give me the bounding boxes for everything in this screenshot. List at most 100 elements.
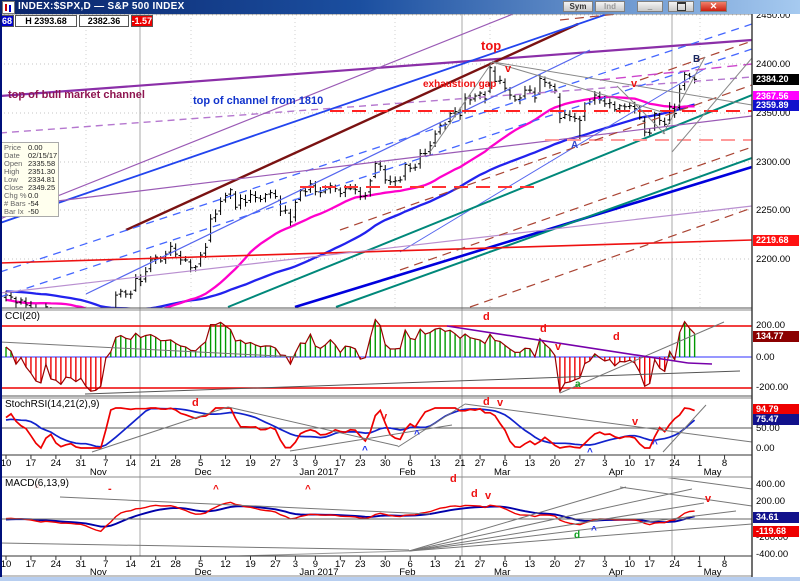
x-axis-date: 27 [575, 458, 586, 469]
stochrsi-panel-label: StochRSI(14,21(2),9) [3, 399, 102, 410]
price-badge: 2384.20 [753, 74, 799, 85]
x-axis-date: 1 [697, 458, 702, 469]
x-axis-date: 8 [722, 458, 727, 469]
y-axis-tick: 400.00 [756, 479, 785, 490]
x-axis-date: 24 [51, 559, 62, 570]
x-axis-date: 27 [270, 458, 281, 469]
data-window-box: Price0.00Date02/15/17Open2335.58High2351… [1, 142, 59, 217]
quote-change-box: -1.57 [131, 15, 153, 27]
y-axis-tick: 200.00 [756, 320, 785, 331]
price-badge: 34.61 [753, 512, 799, 523]
x-axis-date: 14 [125, 559, 136, 570]
annotation-d: d [574, 531, 580, 541]
quote-high-box: H 2393.68 [15, 15, 77, 27]
x-axis-date: 24 [669, 458, 680, 469]
x-axis-date: 10 [1, 559, 12, 570]
x-axis-date: 21 [150, 458, 161, 469]
annotation-mark: - [108, 484, 112, 495]
x-axis-date: 19 [245, 458, 256, 469]
x-axis-date: 12 [220, 559, 231, 570]
x-axis-date: 3 [602, 458, 607, 469]
x-axis-date: 3 [602, 559, 607, 570]
ind-button[interactable]: Ind [595, 1, 625, 12]
annotation-d: d [483, 397, 490, 408]
annotation-topmarkofmarkchannelmarkfrommark1810: top of channel from 1810 [193, 96, 323, 107]
sym-button[interactable]: Sym [563, 1, 593, 12]
annotation-d: d [450, 474, 457, 485]
price-badge: 2219.68 [753, 235, 799, 246]
price-badge: 75.47 [753, 414, 799, 425]
x-axis-date: 19 [245, 559, 256, 570]
restore-icon [677, 2, 686, 11]
annotation-mark: ^ [305, 485, 311, 495]
app-icon [2, 1, 15, 14]
x-axis-date: 13 [525, 559, 536, 570]
annotation-v: v [631, 79, 637, 90]
price-badge: 134.77 [753, 331, 799, 342]
y-axis-tick: 0.00 [756, 443, 775, 454]
annotation-exhaustionmarkgap: exhaustion gap [423, 80, 496, 90]
x-axis-date: 24 [51, 458, 62, 469]
y-axis-tick: 2200.00 [756, 254, 790, 265]
annotation-v: v [505, 64, 511, 75]
annotation-mark: ^ [362, 446, 368, 456]
annotation-mark: ^ [652, 440, 658, 450]
x-axis-date: 21 [455, 458, 466, 469]
x-axis-date: 13 [525, 458, 536, 469]
x-axis-date: 8 [722, 559, 727, 570]
title-bar[interactable]: INDEX:$SPX,D — S&P 500 INDEX Sym Ind _ ✕ [0, 0, 800, 14]
y-axis-tick: 0.00 [756, 352, 775, 363]
close-button[interactable]: ✕ [700, 1, 727, 12]
x-axis-date: 27 [475, 559, 486, 570]
annotation-d: d [540, 324, 547, 335]
annotation-b: B [693, 55, 700, 65]
annotation-v: v [485, 491, 491, 502]
x-axis-date: 31 [76, 458, 87, 469]
annotation-v: v [381, 412, 387, 423]
annotation-v: v [555, 342, 561, 353]
x-axis-date: 10 [1, 458, 12, 469]
annotation-mark: ^ [414, 430, 420, 440]
x-axis-date: 31 [76, 559, 87, 570]
annotation-top: top [481, 39, 501, 52]
annotation-a: A [571, 141, 578, 151]
window-left-border [0, 14, 2, 581]
x-axis-date: 23 [355, 559, 366, 570]
y-axis-tick: 200.00 [756, 496, 785, 507]
price-badge: 2359.89 [753, 100, 799, 111]
annotation-mark: ^ [587, 448, 593, 458]
y-axis-tick: 2300.00 [756, 157, 790, 168]
price-badge: -119.68 [753, 526, 799, 537]
x-axis-date: 21 [150, 559, 161, 570]
quote-low-box: 2382.36 [79, 15, 129, 27]
x-axis-month: Apr [609, 467, 624, 478]
x-axis-date: 20 [550, 458, 561, 469]
annotation-v: v [632, 417, 638, 428]
x-axis-date: 20 [550, 559, 561, 570]
y-axis-tick: 2250.00 [756, 205, 790, 216]
price-panel[interactable] [0, 14, 752, 308]
annotation-mark: ^ [591, 526, 597, 536]
macd-panel-label: MACD(6,13,9) [3, 478, 71, 489]
cci-panel[interactable] [0, 311, 752, 396]
x-axis-date: 30 [380, 559, 391, 570]
x-axis-date: 23 [355, 458, 366, 469]
y-axis-tick: -400.00 [756, 549, 788, 560]
chart-window: 2450.002400.002350.002300.002250.002200.… [0, 0, 800, 581]
annotation-v: v [497, 398, 503, 409]
stochrsi-panel[interactable] [0, 399, 752, 454]
x-axis-month: Dec [195, 467, 212, 478]
annotation-d: d [613, 332, 620, 343]
annotation-v: v [705, 494, 711, 505]
annotation-a: a [575, 380, 581, 390]
data-window-row: Bar Ix-50 [4, 208, 58, 216]
chart-canvas[interactable] [0, 0, 800, 581]
x-axis-month: May [704, 467, 722, 478]
restore-button[interactable] [668, 1, 694, 12]
minimize-button[interactable]: _ [637, 1, 663, 12]
x-axis-date: 1 [697, 559, 702, 570]
x-axis-date: 10 [624, 559, 635, 570]
cci-panel-label: CCI(20) [3, 311, 42, 322]
x-axis-date: 27 [575, 559, 586, 570]
x-axis-month: Jan 2017 [299, 467, 338, 478]
